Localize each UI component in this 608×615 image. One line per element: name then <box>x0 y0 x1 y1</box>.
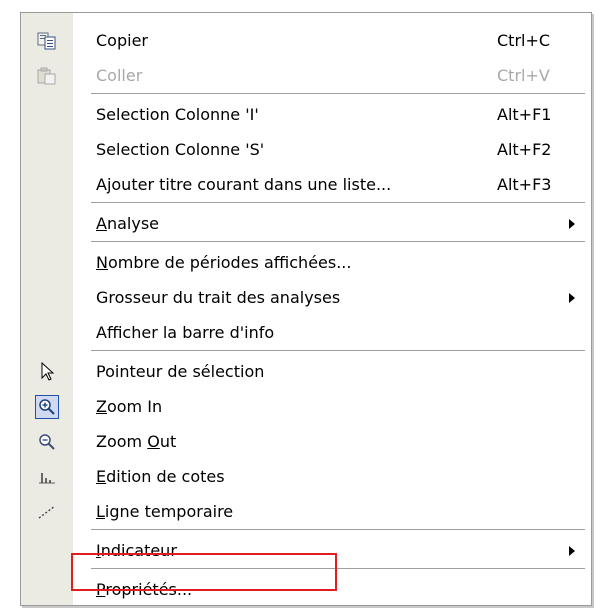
highlight-box <box>71 553 337 591</box>
submenu-arrow-icon <box>569 219 575 229</box>
shortcut-label: Alt+F2 <box>497 140 552 159</box>
edit-ratings-icon <box>21 459 73 494</box>
menu-item-label: Zoom Out <box>96 432 177 451</box>
submenu-arrow-icon <box>569 546 575 556</box>
zoom-in-icon <box>21 389 73 424</box>
menu-item-label: Afficher la barre d'info <box>96 323 275 342</box>
menu-item-selection-colonne-s[interactable]: Selection Colonne 'S' Alt+F2 <box>21 132 591 167</box>
zoom-out-icon <box>21 424 73 459</box>
menu-item-label: Selection Colonne 'S' <box>96 140 265 159</box>
pointer-icon <box>21 354 73 389</box>
menu-item-zoom-in[interactable]: Zoom In <box>21 389 591 424</box>
menu-item-ajouter-titre[interactable]: Ajouter titre courant dans une liste... … <box>21 167 591 202</box>
menu-item-nombre-periodes[interactable]: Nombre de périodes affichées... <box>21 245 591 280</box>
submenu-arrow-icon <box>569 293 575 303</box>
menu-item-label: Grosseur du trait des analyses <box>96 288 341 307</box>
menu-item-label: Ajouter titre courant dans une liste... <box>96 175 392 194</box>
menu-item-grosseur-trait[interactable]: Grosseur du trait des analyses <box>21 280 591 315</box>
shortcut-label: Alt+F1 <box>497 105 552 124</box>
menu-item-label: Zoom In <box>96 397 163 416</box>
menu-item-ligne-temporaire[interactable]: Ligne temporaire <box>21 494 591 529</box>
menu-item-zoom-out[interactable]: Zoom Out <box>21 424 591 459</box>
menu-item-label: Nombre de périodes affichées... <box>96 253 352 272</box>
menu-item-afficher-barre-info[interactable]: Afficher la barre d'info <box>21 315 591 350</box>
temp-line-icon <box>21 494 73 529</box>
shortcut-label: Alt+F3 <box>497 175 552 194</box>
shortcut-label: Ctrl+V <box>497 66 550 85</box>
context-menu: Copier Ctrl+C Coller Ctrl+V Selection Co… <box>20 12 592 606</box>
shortcut-label: Ctrl+C <box>497 31 551 50</box>
menu-item-edition-cotes[interactable]: Edition de cotes <box>21 459 591 494</box>
menu-item-label: Analyse <box>96 214 159 233</box>
paste-icon <box>21 58 73 93</box>
menu-item-coller[interactable]: Coller Ctrl+V <box>21 58 591 93</box>
menu-item-label: Edition de cotes <box>96 467 225 486</box>
menu-item-pointeur-selection[interactable]: Pointeur de sélection <box>21 354 591 389</box>
menu-item-analyse[interactable]: Analyse <box>21 206 591 241</box>
menu-item-label: Pointeur de sélection <box>96 362 265 381</box>
menu-item-label: Ligne temporaire <box>96 502 234 521</box>
menu-item-label: Selection Colonne 'I' <box>96 105 259 124</box>
copy-icon <box>21 23 73 58</box>
menu-item-label: Coller <box>96 66 143 85</box>
menu-item-selection-colonne-i[interactable]: Selection Colonne 'I' Alt+F1 <box>21 97 591 132</box>
menu-item-label: Copier <box>96 31 148 50</box>
menu-item-copier[interactable]: Copier Ctrl+C <box>21 23 591 58</box>
